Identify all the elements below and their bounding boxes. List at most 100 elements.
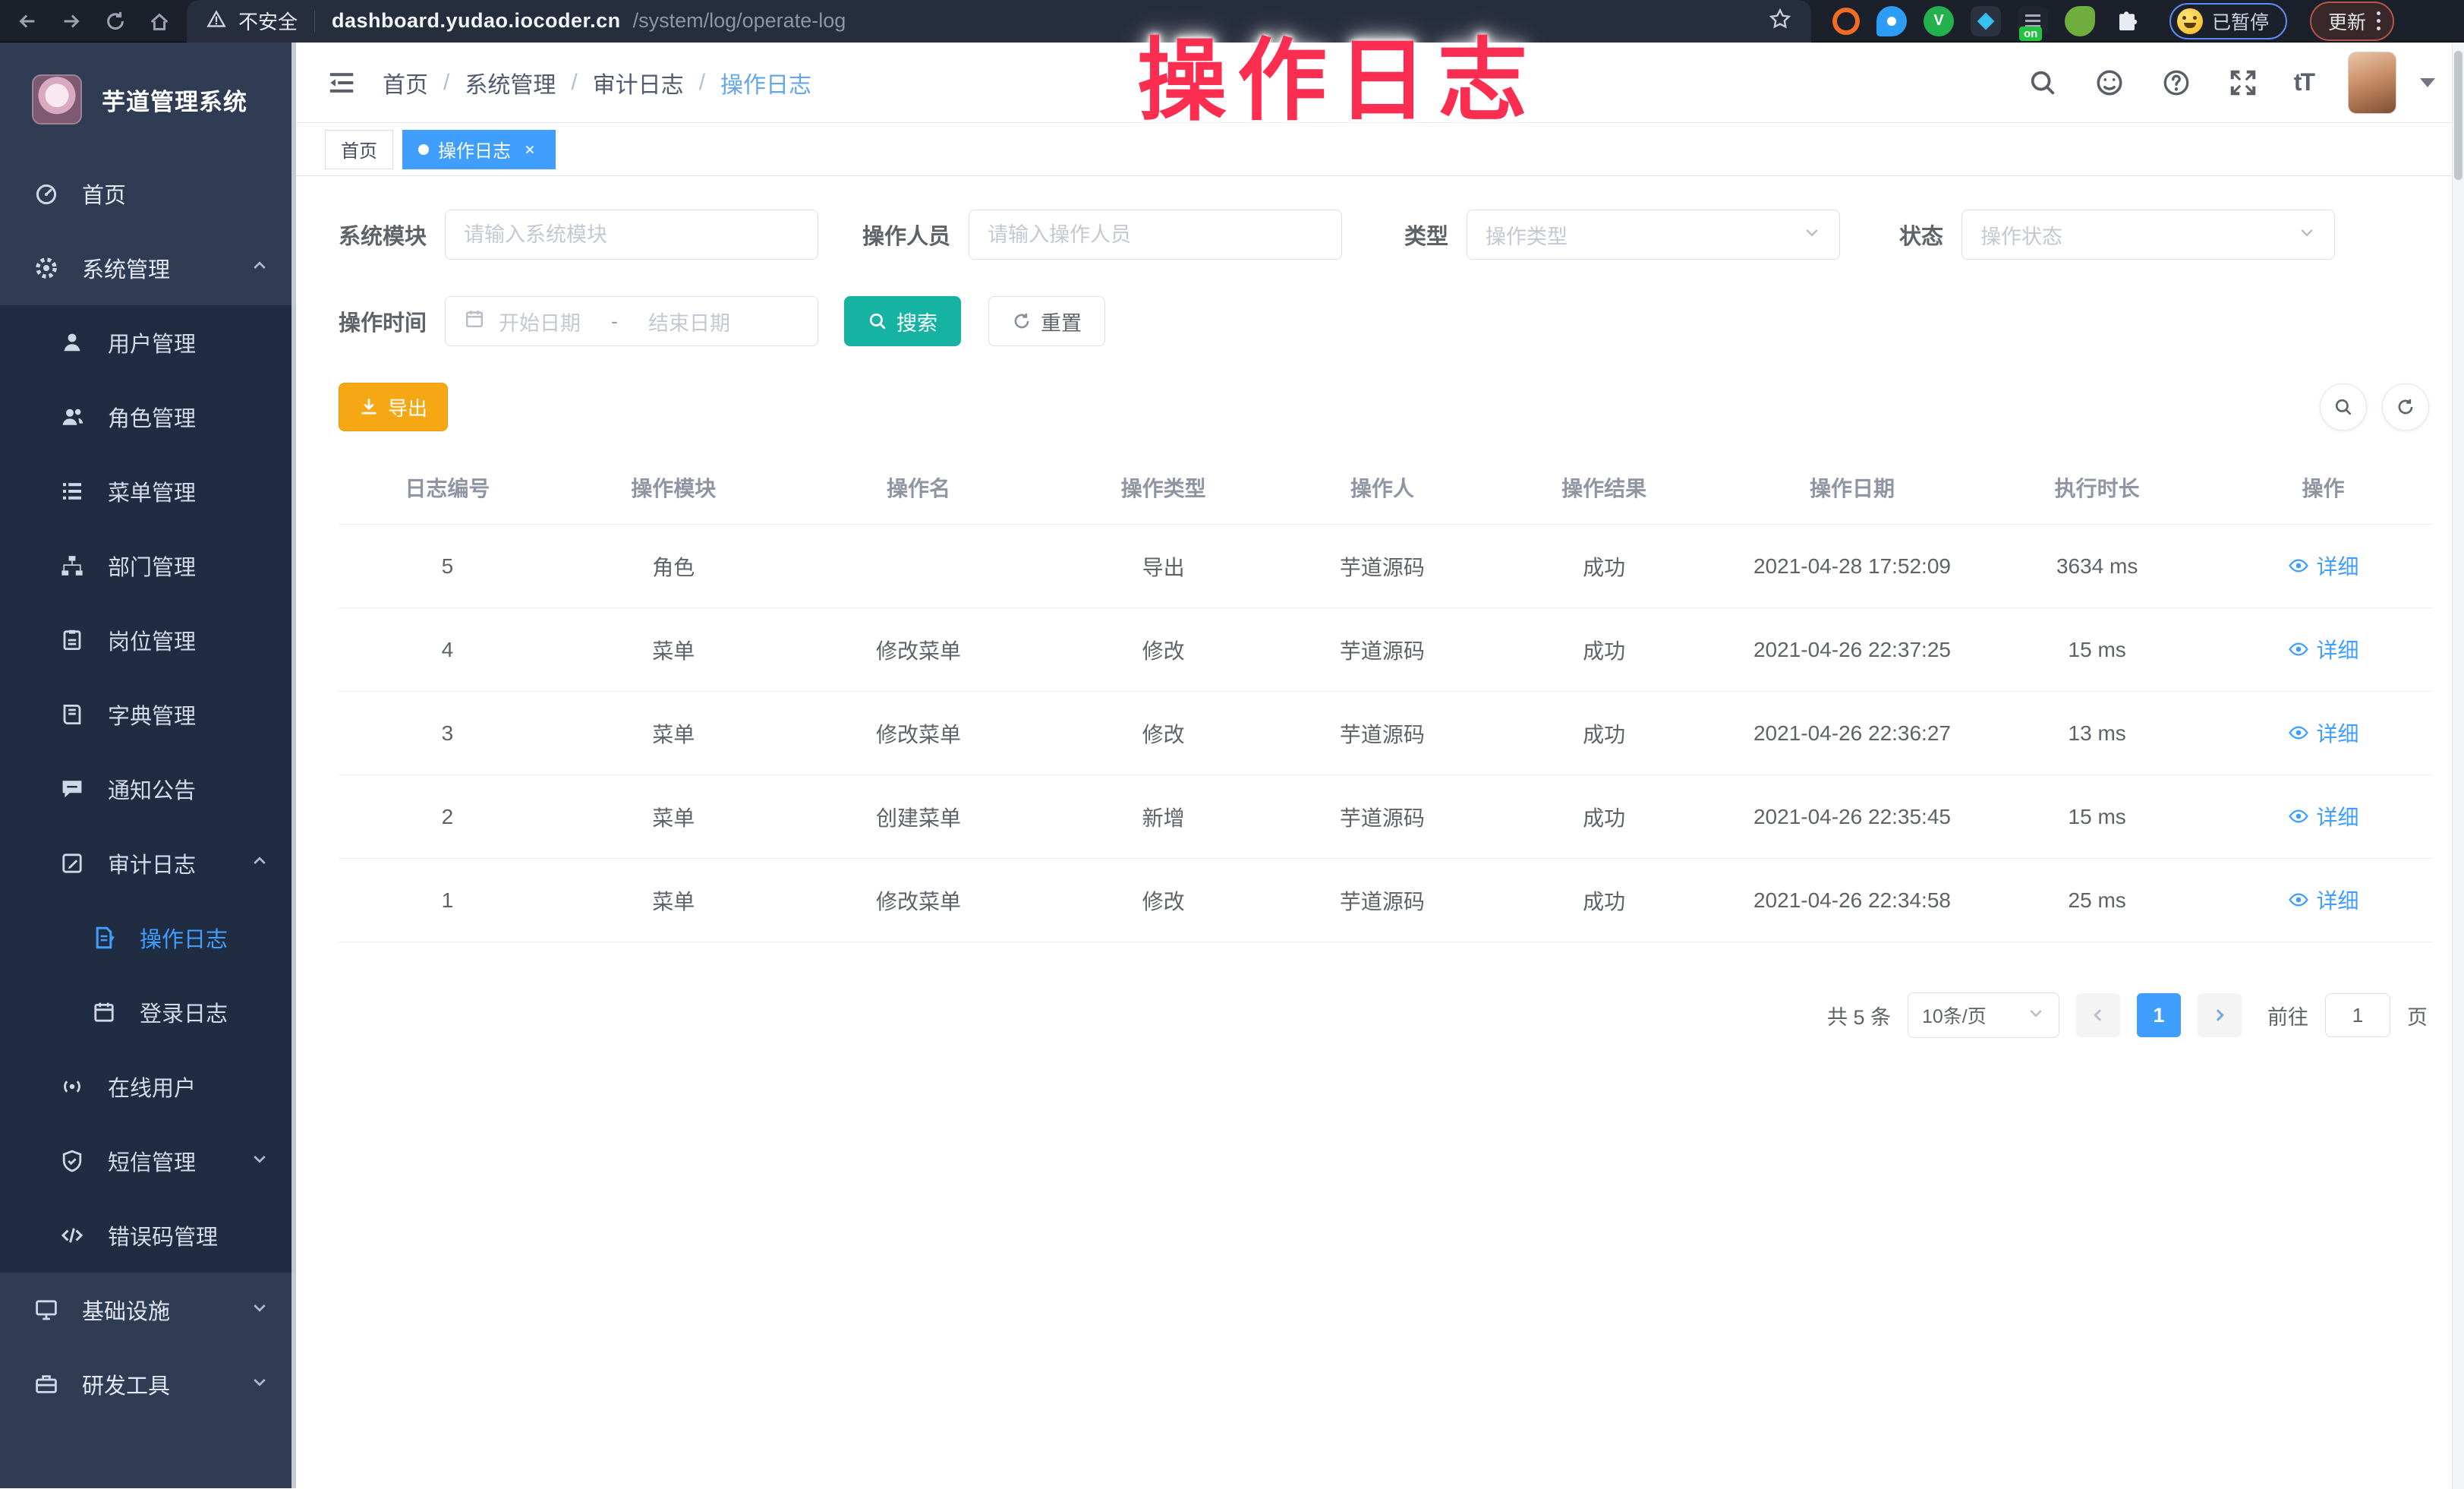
sidebar-item-sms[interactable]: 短信管理	[0, 1124, 296, 1198]
close-icon[interactable]	[520, 140, 540, 159]
operator-input[interactable]	[969, 210, 1342, 260]
extension-orange-icon[interactable]	[1832, 8, 1860, 35]
detail-link[interactable]: 详细	[2288, 885, 2359, 915]
detail-link[interactable]: 详细	[2288, 550, 2359, 581]
date-range-picker[interactable]: 开始日期 - 结束日期	[445, 296, 818, 346]
on-badge: on	[2019, 27, 2042, 41]
tag-home[interactable]: 首页	[325, 130, 393, 169]
collapse-sidebar-icon[interactable]	[325, 66, 358, 99]
end-date-placeholder[interactable]: 结束日期	[648, 307, 730, 336]
font-size-icon[interactable]: tT	[2294, 68, 2314, 96]
next-page-button[interactable]	[2198, 993, 2242, 1037]
help-icon[interactable]	[2160, 67, 2192, 99]
sidebar-item-audit-log[interactable]: 审计日志	[0, 826, 296, 901]
sidebar-item-menus[interactable]: 菜单管理	[0, 454, 296, 528]
sidebar-item-operate-log[interactable]: 操作日志	[0, 901, 296, 975]
sidebar-item-users[interactable]: 用户管理	[0, 305, 296, 380]
address-bar[interactable]: 不安全 dashboard.yudao.iocoder.cn/system/lo…	[187, 0, 1811, 43]
current-page[interactable]: 1	[2137, 993, 2181, 1037]
url-host[interactable]: dashboard.yudao.iocoder.cn	[332, 9, 621, 33]
sidebar-item-dictionary[interactable]: 字典管理	[0, 677, 296, 752]
detail-link[interactable]: 详细	[2288, 718, 2359, 748]
browser-menu-icon[interactable]	[2377, 11, 2381, 30]
table-row: 1 菜单 修改菜单 修改 芋道源码 成功 2021-04-26 22:34:58…	[339, 859, 2432, 942]
sidebar-item-home[interactable]: 首页	[0, 156, 296, 231]
sidebar-item-notices[interactable]: 通知公告	[0, 752, 296, 826]
navbar-actions: tT	[2027, 52, 2435, 113]
profile-paused-pill[interactable]: 已暂停	[2169, 3, 2287, 39]
cell-duration: 25 ms	[1980, 859, 2214, 942]
scrollbar-thumb[interactable]	[2454, 51, 2462, 180]
toggle-search-button[interactable]	[2320, 383, 2367, 431]
github-icon[interactable]	[2094, 67, 2125, 99]
security-label[interactable]: 不安全	[238, 7, 298, 35]
extension-pin-icon[interactable]	[1876, 6, 1907, 36]
chevron-down-icon	[250, 1149, 269, 1174]
sidebar-item-label: 错误码管理	[108, 1219, 218, 1251]
url-path: /system/log/operate-log	[633, 9, 846, 33]
sidebar-item-error-codes[interactable]: 错误码管理	[0, 1198, 296, 1273]
update-label: 更新	[2328, 8, 2366, 35]
breadcrumb-item[interactable]: 审计日志	[593, 66, 684, 99]
cell-result: 成功	[1484, 525, 1725, 608]
status-select[interactable]: 操作状态	[1961, 210, 2335, 260]
sidebar-item-departments[interactable]: 部门管理	[0, 528, 296, 603]
page-content: 系统模块 操作人员 类型 操作类型 状态 操作状态	[296, 176, 2464, 1488]
prev-page-button[interactable]	[2076, 993, 2120, 1037]
sidebar-item-system[interactable]: 系统管理	[0, 231, 296, 305]
operator-field[interactable]	[988, 223, 1323, 247]
cell-module: 菜单	[556, 608, 791, 692]
filter-label: 操作人员	[862, 219, 950, 251]
browser-update-button[interactable]: 更新	[2310, 2, 2394, 41]
sidebar-item-dev-tools[interactable]: 研发工具	[0, 1347, 296, 1421]
breadcrumb-item[interactable]: 首页	[383, 66, 428, 99]
page-size-select[interactable]: 10条/页	[1908, 992, 2059, 1038]
export-button[interactable]: 导出	[339, 383, 448, 431]
breadcrumb-item[interactable]: 系统管理	[465, 66, 556, 99]
extension-v-icon[interactable]: V	[1924, 6, 1954, 36]
detail-link[interactable]: 详细	[2288, 634, 2359, 664]
forward-icon[interactable]	[52, 5, 91, 38]
system-module-field[interactable]	[464, 223, 799, 247]
sidebar-item-roles[interactable]: 角色管理	[0, 380, 296, 454]
filter-label: 系统模块	[339, 219, 427, 251]
goto-page-input[interactable]	[2325, 993, 2390, 1037]
refresh-table-button[interactable]	[2382, 383, 2429, 431]
start-date-placeholder[interactable]: 开始日期	[499, 307, 581, 336]
avatar-caret-icon[interactable]	[2420, 78, 2435, 87]
detail-link[interactable]: 详细	[2288, 801, 2359, 831]
extension-on-icon[interactable]: on	[2018, 6, 2048, 36]
system-module-input[interactable]	[445, 210, 818, 260]
search-icon[interactable]	[2027, 67, 2059, 99]
refresh-icon	[2396, 397, 2415, 417]
search-button[interactable]: 搜索	[844, 296, 961, 346]
type-select[interactable]: 操作类型	[1467, 210, 1840, 260]
home-icon[interactable]	[140, 5, 179, 38]
page-scrollbar[interactable]	[2452, 43, 2464, 1489]
reload-icon[interactable]	[96, 5, 135, 38]
annotation-title: 操作日志	[1137, 8, 1538, 137]
extension-diamond-icon[interactable]	[1971, 6, 2001, 36]
tag-operate-log[interactable]: 操作日志	[402, 130, 556, 169]
sidebar-item-posts[interactable]: 岗位管理	[0, 603, 296, 677]
cell-name: 创建菜单	[791, 775, 1046, 859]
cell-id: 3	[339, 692, 556, 775]
extension-leaf-icon[interactable]	[2065, 6, 2095, 36]
app-logo[interactable]: 芋道管理系统	[0, 43, 296, 156]
sidebar-item-infrastructure[interactable]: 基础设施	[0, 1273, 296, 1347]
fullscreen-icon[interactable]	[2227, 67, 2259, 99]
sidebar-item-label: 通知公告	[108, 773, 196, 805]
extensions-puzzle-icon[interactable]	[2112, 6, 2142, 36]
search-icon	[868, 311, 887, 331]
avatar[interactable]	[2349, 52, 2396, 113]
reset-button[interactable]: 重置	[988, 296, 1105, 346]
back-icon[interactable]	[8, 5, 47, 38]
bookmark-star-icon[interactable]	[1769, 8, 1791, 34]
table-row: 3 菜单 修改菜单 修改 芋道源码 成功 2021-04-26 22:36:27…	[339, 692, 2432, 775]
cell-duration: 3634 ms	[1980, 525, 2214, 608]
cell-result: 成功	[1484, 692, 1725, 775]
breadcrumb-current: 操作日志	[720, 66, 811, 99]
eye-icon	[2288, 555, 2309, 576]
sidebar-item-online-users[interactable]: 在线用户	[0, 1049, 296, 1124]
sidebar-item-login-log[interactable]: 登录日志	[0, 975, 296, 1049]
